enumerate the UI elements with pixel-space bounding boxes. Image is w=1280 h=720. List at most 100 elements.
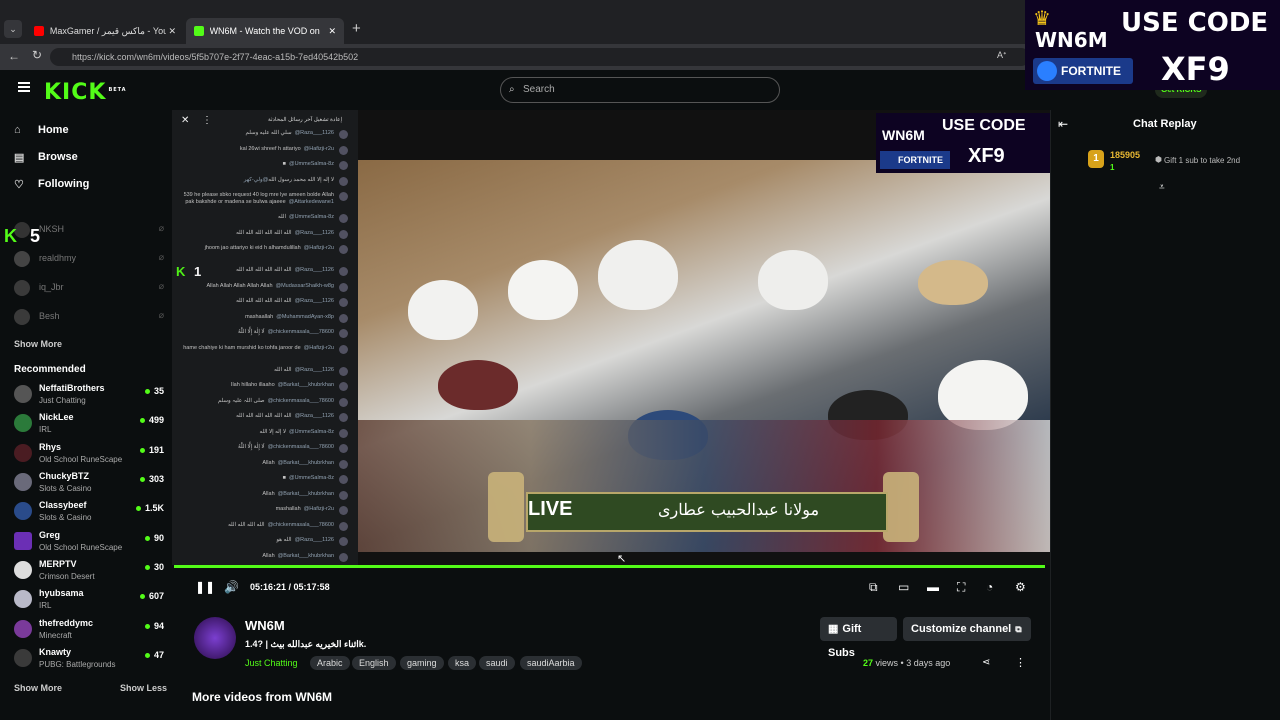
collapse-chat-icon[interactable]: ⇤: [1058, 117, 1068, 131]
back-icon[interactable]: ←: [8, 49, 20, 63]
chat-username[interactable]: @Attarkedewane1: [289, 199, 334, 205]
channel-name[interactable]: WN6M: [245, 618, 285, 633]
chat-message-text: صلی اللہ علیہ وسلم: [217, 397, 265, 404]
chat-username[interactable]: @chickenmasala___78600: [268, 444, 334, 450]
views-count: 27 views • 3 days ago: [863, 658, 951, 668]
chat-username[interactable]: @MuhammadAyan-x8p: [276, 314, 334, 320]
tag[interactable]: English: [352, 656, 396, 670]
following-item[interactable]: iq_Jbr ⌀: [14, 280, 164, 300]
expand-leaderboard-icon[interactable]: ⩡: [1159, 182, 1165, 193]
following-item[interactable]: Besh ⌀: [14, 309, 164, 329]
chat-username[interactable]: @Barkat___khubrkhan: [278, 382, 334, 388]
show-less-link[interactable]: Show Less: [120, 683, 167, 693]
tab-list-dropdown[interactable]: ⌄: [4, 20, 22, 38]
reload-icon[interactable]: ↻: [32, 48, 42, 62]
menu-icon[interactable]: [18, 82, 30, 92]
recommended-item[interactable]: MERPTV Crimson Desert 30: [14, 559, 164, 587]
chat-username[interactable]: @ولي-كهر: [244, 177, 269, 183]
search-input[interactable]: ⌕ Search: [500, 77, 780, 103]
pause-icon[interactable]: ❚❚: [195, 580, 215, 594]
avatar: [14, 649, 32, 667]
recommended-item[interactable]: thefreddymc Minecraft 94: [14, 618, 164, 646]
chat-message-text: kal 26wi shreef h attariyo: [239, 145, 301, 152]
recommended-item[interactable]: ChuckyBTZ Slots & Casino 303: [14, 471, 164, 499]
kick-logo[interactable]: KICK BETA: [44, 80, 127, 105]
pip-icon[interactable]: ⧉: [869, 580, 878, 595]
recommended-item[interactable]: Classybeef Slots & Casino 1.5K: [14, 500, 164, 528]
chat-username[interactable]: @Hafizji-r2u: [304, 345, 334, 351]
chat-username[interactable]: @Raza___1126: [295, 130, 334, 136]
chat-username[interactable]: @Barkat___khubrkhan: [278, 460, 334, 466]
channel-avatar[interactable]: [194, 617, 236, 659]
more-icon[interactable]: ⋮: [202, 115, 212, 126]
theater-icon[interactable]: ▬: [927, 580, 939, 594]
volume-icon[interactable]: 🔊: [224, 580, 239, 594]
category-link[interactable]: Just Chatting: [245, 658, 298, 668]
recommended-item[interactable]: NeffatiBrothers Just Chatting 35: [14, 383, 164, 411]
chat-username[interactable]: @Raza___1126: [295, 413, 334, 419]
recommended-item[interactable]: Knawty PUBG: Battlegrounds 47: [14, 647, 164, 675]
offline-icon: ⌀: [158, 310, 164, 320]
chat-username[interactable]: @Hafizji-r2u: [304, 506, 334, 512]
recommended-item[interactable]: Greg Old School RuneScape 90: [14, 530, 164, 558]
recommended-item[interactable]: Rhys Old School RuneScape 191: [14, 442, 164, 470]
read-aloud-icon[interactable]: Aᐩ: [997, 50, 1007, 61]
video-player[interactable]: LIVE مولانا عبدالحبیب عطاری WN6M USE COD…: [358, 110, 1050, 565]
nav-browse[interactable]: ▤ Browse: [14, 151, 78, 164]
chat-username[interactable]: @Barkat___khubrkhan: [278, 491, 334, 497]
chat-message-text: الله الله الله الله الله الله: [236, 267, 292, 273]
chat-username[interactable]: @UmmeSalma-8z: [289, 429, 334, 435]
tag[interactable]: saudiAarbia: [520, 656, 582, 670]
nav-home[interactable]: ⌂ Home: [14, 124, 69, 136]
chat-username[interactable]: @Raza___1126: [295, 267, 334, 273]
tab-youtube[interactable]: MaxGamer / ماكس قيمر - YouTube ✕: [26, 18, 184, 44]
close-icon[interactable]: ✕: [181, 115, 189, 126]
tag[interactable]: Arabic: [310, 656, 350, 670]
chat-username[interactable]: @UmmeSalma-8z: [289, 214, 334, 220]
gift-subs-button[interactable]: ▦ Gift Subs: [820, 617, 897, 659]
chat-username[interactable]: @MudassarShaikh-w8g: [276, 283, 334, 289]
chat-username[interactable]: @UmmeSalma-8z: [289, 475, 334, 481]
avatar: [339, 537, 348, 546]
chat-message-text: Allah: [262, 459, 275, 466]
recommended-item[interactable]: NickLee IRL 499: [14, 412, 164, 440]
settings-icon[interactable]: ⚙: [1015, 580, 1026, 594]
chat-username[interactable]: @chickenmasala___78600: [268, 398, 334, 404]
chat-username[interactable]: @Raza___1126: [295, 230, 334, 236]
following-item[interactable]: realdhmy ⌀: [14, 251, 164, 271]
avatar: [339, 475, 348, 484]
progress-bar[interactable]: [174, 565, 1045, 568]
clip-icon[interactable]: ▭: [898, 580, 909, 594]
chat-username[interactable]: @Barkat___khubrkhan: [278, 553, 334, 559]
chat-username[interactable]: @chickenmasala___78600: [268, 329, 334, 335]
more-options-icon[interactable]: ⋮: [1015, 656, 1026, 669]
chat-overlay-panel: ✕ ⋮ إعادة تشغيل آخر رسائل المحادثة K 1 س…: [172, 110, 358, 600]
avatar: [339, 366, 348, 376]
close-icon[interactable]: ✕: [168, 26, 176, 37]
chat-username[interactable]: @Hafizji-r2u: [304, 245, 334, 251]
chat-username[interactable]: @UmmeSalma-8z: [289, 161, 334, 167]
chat-username[interactable]: @Hafizji-r2u: [304, 146, 334, 152]
url-field[interactable]: https://kick.com/wn6m/videos/5f5b707e-2f…: [50, 48, 1030, 66]
chat-message: kal 26wi shreef h attariyo @Hafizji-r2u: [180, 145, 350, 155]
chat-username[interactable]: @Raza___1126: [295, 298, 334, 304]
chat-username[interactable]: @chickenmasala___78600: [268, 522, 334, 528]
chat-overlay-title: إعادة تشغيل آخر رسائل المحادثة: [268, 117, 342, 123]
tab-kick[interactable]: WN6M - Watch the VOD on Kick ✕: [186, 18, 344, 44]
close-icon[interactable]: ✕: [328, 26, 336, 37]
tag[interactable]: saudi: [479, 656, 515, 670]
new-tab-button[interactable]: +: [352, 20, 361, 37]
tag[interactable]: gaming: [400, 656, 444, 670]
speed-icon[interactable]: ◔: [986, 580, 993, 594]
show-more-link[interactable]: Show More: [14, 339, 62, 349]
customize-channel-button[interactable]: Customize channel ⧉: [903, 617, 1031, 641]
share-icon[interactable]: ⋖: [982, 657, 990, 668]
nav-following[interactable]: ♡ Following: [14, 178, 89, 191]
fullscreen-icon[interactable]: ⛶: [957, 580, 965, 595]
tag[interactable]: ksa: [448, 656, 477, 670]
recommended-item[interactable]: hyubsama IRL 607: [14, 588, 164, 616]
chat-username[interactable]: @Raza___1126: [295, 537, 334, 543]
speaker-name: مولانا عبدالحبیب عطاری: [658, 500, 820, 519]
show-more-bottom[interactable]: Show More: [14, 683, 62, 693]
chat-username[interactable]: @Raza___1126: [295, 367, 334, 373]
